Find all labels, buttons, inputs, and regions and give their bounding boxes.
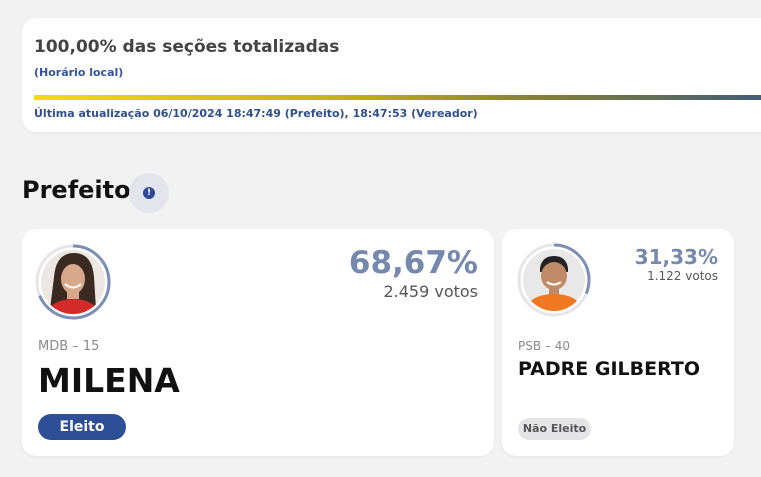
totalization-progress-bar — [34, 95, 761, 100]
status-badge-elected: Eleito — [38, 414, 126, 440]
last-update-text: Última atualização 06/10/2024 18:47:49 (… — [34, 107, 478, 120]
candidate-card-padre-gilberto[interactable]: 31,33% 1.122 votos PSB – 40 PADRE GILBER… — [502, 229, 734, 456]
status-badge-not-elected: Não Eleito — [518, 418, 591, 440]
info-icon: ! — [143, 187, 155, 199]
candidate-photo — [517, 243, 591, 317]
vote-percentage: 31,33% — [634, 245, 718, 269]
section-title-prefeito: Prefeito — [22, 176, 131, 204]
candidate-name: MILENA — [38, 361, 180, 400]
avatar — [516, 242, 592, 318]
totalization-title: 100,00% das seções totalizadas — [34, 37, 340, 57]
vote-count: 1.122 votos — [647, 269, 718, 283]
local-time-note: (Horário local) — [34, 66, 124, 79]
avatar — [34, 243, 112, 321]
info-button[interactable]: ! — [129, 173, 169, 213]
totalization-status-card: 100,00% das seções totalizadas (Horário … — [22, 18, 761, 132]
candidate-card-milena[interactable]: 68,67% 2.459 votos MDB – 15 MILENA Eleit… — [22, 229, 494, 456]
party-number: MDB – 15 — [38, 339, 100, 354]
vote-percentage: 68,67% — [348, 245, 478, 281]
candidate-photo — [35, 244, 111, 320]
vote-count: 2.459 votos — [383, 282, 478, 301]
candidate-name: PADRE GILBERTO — [518, 358, 701, 380]
party-number: PSB – 40 — [518, 339, 570, 353]
